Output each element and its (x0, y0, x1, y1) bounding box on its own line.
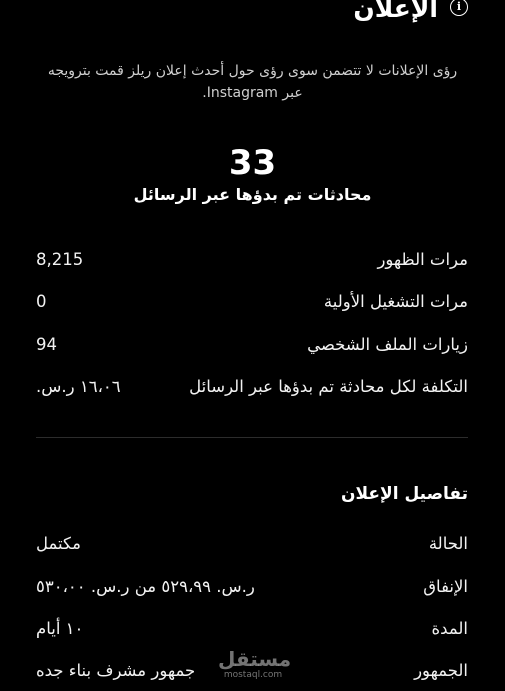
metric-label: مرات الظهور (377, 249, 468, 269)
metric-row-impressions: مرات الظهور 8,215 (36, 246, 468, 272)
metric-row-cost-per-conversation: التكلفة لكل محادثة تم بدؤها عبر الرسائل … (36, 373, 468, 399)
watermark-url: mostaql.com (223, 670, 283, 680)
metric-row-profile-visits: زيارات الملف الشخصي 94 (36, 331, 468, 357)
divider (36, 437, 468, 438)
metric-label: مرات التشغيل الأولية (323, 291, 468, 311)
metric-row-initial-plays: مرات التشغيل الأولية 0 (36, 288, 468, 314)
detail-label: المدة (431, 618, 468, 638)
conversations-count: 33 (228, 143, 277, 183)
detail-row-duration: المدة ١٠ أيام (36, 615, 468, 641)
metric-value: ١٦،٠٦ ر.س. (36, 376, 121, 396)
ad-details-title: تفاصيل الإعلان (341, 484, 468, 504)
conversations-label: محادثات تم بدؤها عبر الرسائل (133, 185, 372, 204)
metric-value: 8,215 (36, 249, 84, 269)
detail-label: الحالة (428, 533, 468, 553)
info-icon[interactable]: i (450, 0, 468, 16)
watermark-text: مستقل (218, 647, 292, 671)
detail-label: الجمهور (414, 660, 468, 680)
page-header: الإعلان i (353, 0, 468, 23)
mostaql-watermark: مستقل mostaql.com (218, 647, 292, 680)
detail-label: الإنفاق (423, 576, 468, 596)
page-title: الإعلان (353, 0, 438, 23)
detail-value: مكتمل (36, 533, 81, 553)
metric-label: التكلفة لكل محادثة تم بدؤها عبر الرسائل (189, 376, 468, 396)
detail-value: ر.س. ٥٢٩،٩٩ من ر.س. ٥٣٠،٠٠ (36, 576, 255, 596)
insights-disclaimer: رؤى الإعلانات لا تتضمن سوى رؤى حول أحدث … (47, 63, 458, 101)
detail-row-spend: الإنفاق ر.س. ٥٢٩،٩٩ من ر.س. ٥٣٠،٠٠ (36, 573, 468, 599)
detail-value: ١٠ أيام (36, 618, 84, 638)
detail-value: جمهور مشرف بناء جده (36, 660, 196, 680)
detail-row-status: الحالة مكتمل (36, 530, 468, 556)
metric-value: 0 (36, 291, 47, 311)
metric-value: 94 (36, 334, 57, 354)
metric-label: زيارات الملف الشخصي (307, 334, 468, 354)
